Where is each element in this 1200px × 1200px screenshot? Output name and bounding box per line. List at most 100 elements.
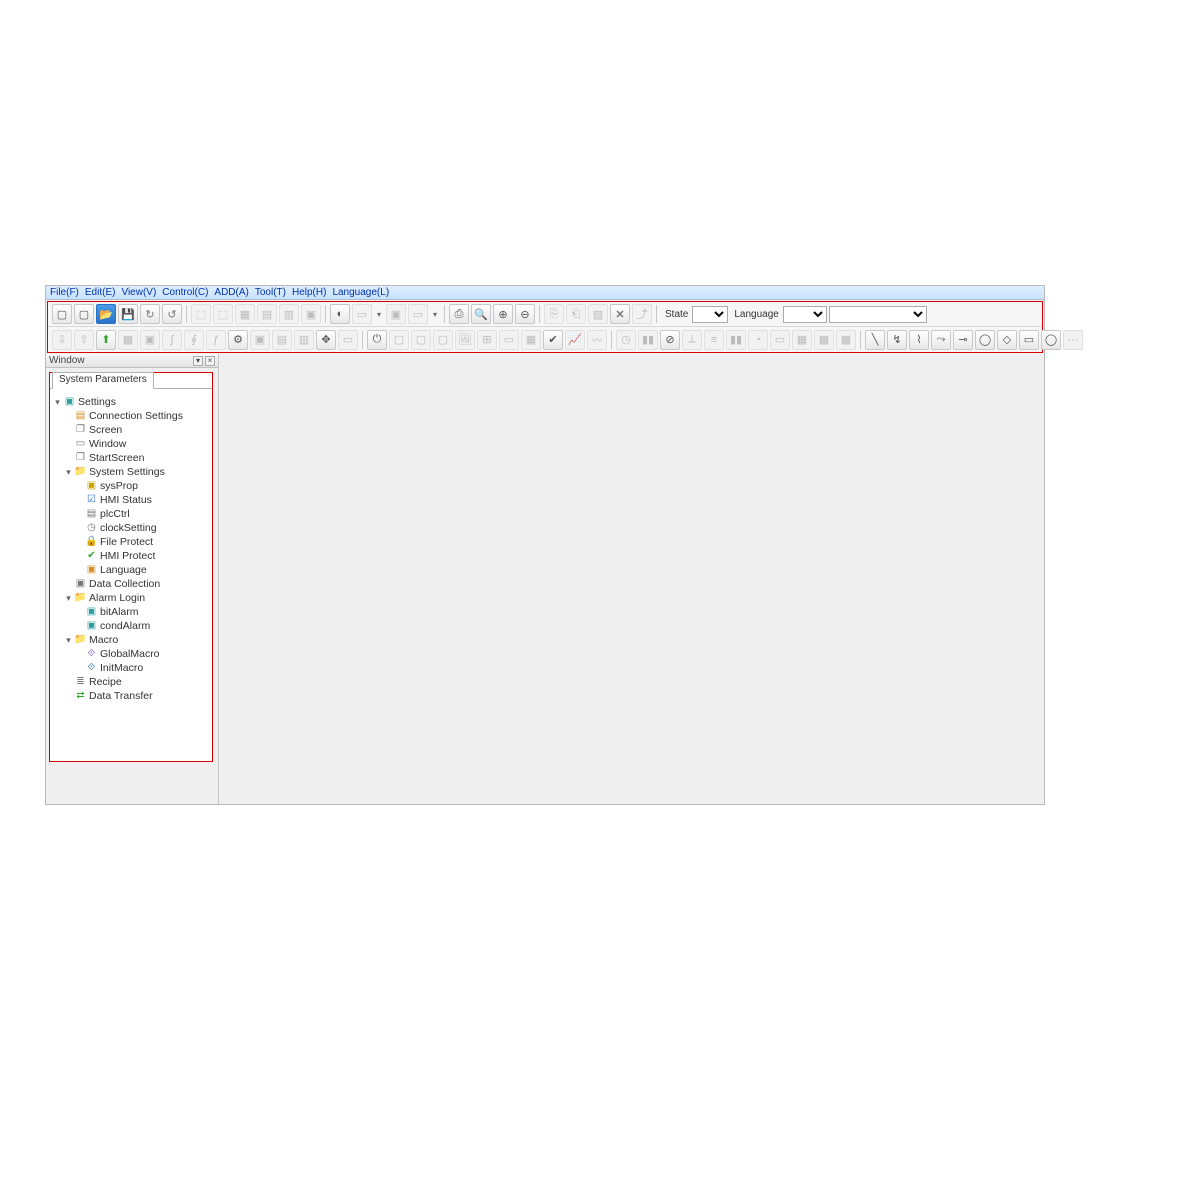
distribute-icon[interactable]: ▥ xyxy=(279,304,299,324)
print-icon[interactable]: ⎙ xyxy=(449,304,469,324)
undo-icon[interactable]: ↺ xyxy=(162,304,182,324)
grid-icon[interactable]: ▦ xyxy=(235,304,255,324)
arc-tool-icon[interactable]: ⤳ xyxy=(931,330,951,350)
image-icon[interactable]: 🖼 xyxy=(455,330,475,350)
menu-language[interactable]: Language(L) xyxy=(332,287,389,298)
layer-icon[interactable]: ▭ xyxy=(352,304,372,324)
aux-select[interactable] xyxy=(829,306,927,323)
no-entry-icon[interactable]: ⊘ xyxy=(660,330,680,350)
curve-tool-icon[interactable]: ⌇ xyxy=(909,330,929,350)
tree-window[interactable]: ▭Window xyxy=(53,437,209,451)
tree-system-settings[interactable]: ▾📁System Settings xyxy=(53,465,209,479)
meter-icon[interactable]: ◔ xyxy=(748,330,768,350)
group-select-icon[interactable]: ⬚ xyxy=(213,304,233,324)
script-icon[interactable]: ∫ xyxy=(162,330,182,350)
zoom-in-icon[interactable]: ⊕ xyxy=(493,304,513,324)
tool-a-icon[interactable]: ▣ xyxy=(250,330,270,350)
select-tool-icon[interactable]: ⬚ xyxy=(191,304,211,324)
menu-edit[interactable]: Edit(E) xyxy=(85,287,116,298)
ellipse-tool-icon[interactable]: ◯ xyxy=(975,330,995,350)
open-folder-icon[interactable]: 📂 xyxy=(96,304,116,324)
trend-icon[interactable]: 〰 xyxy=(587,330,607,350)
panel-c-icon[interactable]: ▦ xyxy=(814,330,834,350)
move-icon[interactable]: ✥ xyxy=(316,330,336,350)
tree-file-protect[interactable]: 🔒File Protect xyxy=(53,535,209,549)
connector-icon[interactable]: ⊸ xyxy=(953,330,973,350)
tree-plcctrl[interactable]: ▤plcCtrl xyxy=(53,507,209,521)
rect-tool-icon[interactable]: ▭ xyxy=(1019,330,1039,350)
more-shapes-icon[interactable]: ⋯ xyxy=(1063,330,1083,350)
run-up-icon[interactable]: ⬆ xyxy=(96,330,116,350)
panel-a-icon[interactable]: ▭ xyxy=(770,330,790,350)
polyline-tool-icon[interactable]: ↯ xyxy=(887,330,907,350)
menu-control[interactable]: Control(C) xyxy=(162,287,208,298)
dock-icon[interactable]: ▾ xyxy=(193,356,203,366)
line-tool-icon[interactable]: ╲ xyxy=(865,330,885,350)
copy-icon[interactable]: ⎘ xyxy=(544,304,564,324)
gauge-icon[interactable]: ◷ xyxy=(616,330,636,350)
menu-view[interactable]: View(V) xyxy=(121,287,156,298)
widget-c-icon[interactable]: ▢ xyxy=(433,330,453,350)
menu-file[interactable]: File(F) xyxy=(50,287,79,298)
tree-recipe[interactable]: ≣Recipe xyxy=(53,675,209,689)
keypad-icon[interactable]: ⊞ xyxy=(477,330,497,350)
paste-icon[interactable]: ⎗ xyxy=(566,304,586,324)
label-icon[interactable]: ▭ xyxy=(499,330,519,350)
tree-data-collection[interactable]: ▣Data Collection xyxy=(53,577,209,591)
ruler-icon[interactable]: ⟂ xyxy=(682,330,702,350)
function-icon[interactable]: ƒ xyxy=(206,330,226,350)
tree-condalarm[interactable]: ▣condAlarm xyxy=(53,619,209,633)
slider-icon[interactable]: ≡ xyxy=(704,330,724,350)
widget-a-icon[interactable]: ▢ xyxy=(389,330,409,350)
bars-icon[interactable]: ▮▮ xyxy=(726,330,746,350)
state-select[interactable] xyxy=(692,306,728,323)
gear-icon[interactable]: ⚙ xyxy=(228,330,248,350)
lock-toggle-icon[interactable]: ▣ xyxy=(301,304,321,324)
dropdown-icon[interactable]: ▾ xyxy=(374,310,384,319)
tree-screen[interactable]: ❐Screen xyxy=(53,423,209,437)
chart-icon[interactable]: 📈 xyxy=(565,330,585,350)
pin-icon[interactable]: ⤴ xyxy=(632,304,652,324)
tree-hmi-protect[interactable]: ✔HMI Protect xyxy=(53,549,209,563)
contrast-icon[interactable]: ◐ xyxy=(330,304,350,324)
power-icon[interactable]: ⏻ xyxy=(367,330,387,350)
menu-help[interactable]: Help(H) xyxy=(292,287,326,298)
zoom-fit-icon[interactable]: 🔍 xyxy=(471,304,491,324)
script2-icon[interactable]: ∮ xyxy=(184,330,204,350)
panel-d-icon[interactable]: ▩ xyxy=(836,330,856,350)
simulate-icon[interactable]: ▣ xyxy=(140,330,160,350)
tree-clocksetting[interactable]: ◷clockSetting xyxy=(53,521,209,535)
panel-b-icon[interactable]: ▦ xyxy=(792,330,812,350)
upload-icon[interactable]: ⇧ xyxy=(74,330,94,350)
redo-icon[interactable]: ↻ xyxy=(140,304,160,324)
save-icon[interactable]: 💾 xyxy=(118,304,138,324)
language-select[interactable] xyxy=(783,306,827,323)
cut-icon[interactable]: ▧ xyxy=(588,304,608,324)
send-back-icon[interactable]: ▭ xyxy=(408,304,428,324)
screen-icon[interactable]: ▭ xyxy=(338,330,358,350)
new-icon[interactable]: ▢ xyxy=(52,304,72,324)
align-icon[interactable]: ▤ xyxy=(257,304,277,324)
tool-c-icon[interactable]: ▥ xyxy=(294,330,314,350)
close-icon[interactable]: × xyxy=(205,356,215,366)
tree-alarm-login[interactable]: ▾📁Alarm Login xyxy=(53,591,209,605)
compile-icon[interactable]: ▦ xyxy=(118,330,138,350)
table-icon[interactable]: ▦ xyxy=(521,330,541,350)
menu-tool[interactable]: Tool(T) xyxy=(255,287,286,298)
widget-b-icon[interactable]: ▢ xyxy=(411,330,431,350)
tab-system-parameters[interactable]: System Parameters xyxy=(52,372,154,389)
menu-add[interactable]: ADD(A) xyxy=(214,287,248,298)
tool-b-icon[interactable]: ▤ xyxy=(272,330,292,350)
tree-initmacro[interactable]: ⟐InitMacro xyxy=(53,661,209,675)
barcode-icon[interactable]: ▮▮ xyxy=(638,330,658,350)
zoom-out-icon[interactable]: ⊖ xyxy=(515,304,535,324)
design-canvas[interactable] xyxy=(218,354,1044,804)
tree-globalmacro[interactable]: ⟐GlobalMacro xyxy=(53,647,209,661)
tree-settings[interactable]: ▾▣Settings xyxy=(53,395,209,409)
check-icon[interactable]: ✔ xyxy=(543,330,563,350)
tree-bitalarm[interactable]: ▣bitAlarm xyxy=(53,605,209,619)
roundrect-tool-icon[interactable]: ◯ xyxy=(1041,330,1061,350)
polygon-tool-icon[interactable]: ◇ xyxy=(997,330,1017,350)
tree-language[interactable]: ▣Language xyxy=(53,563,209,577)
new-page-icon[interactable]: ▢ xyxy=(74,304,94,324)
